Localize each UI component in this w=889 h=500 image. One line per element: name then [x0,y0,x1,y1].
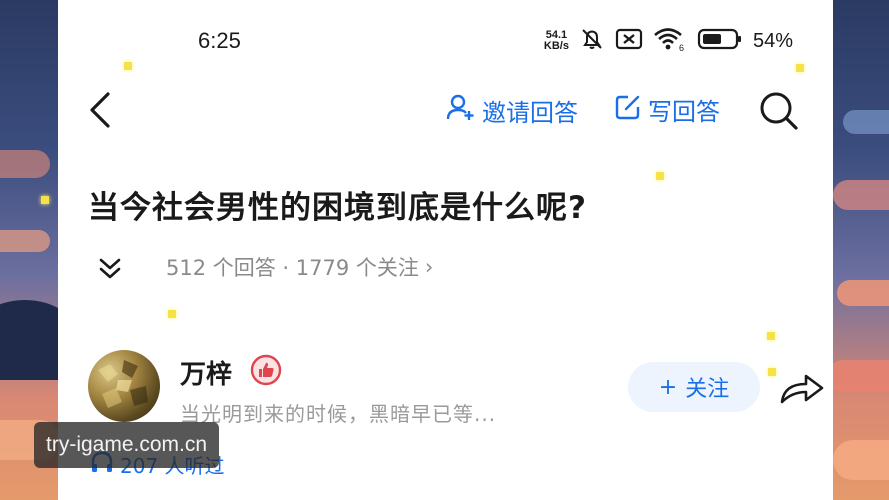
author-name[interactable]: 万梓 [180,354,232,391]
bell-muted-icon [579,26,605,56]
invite-answer-button[interactable]: 邀请回答 [446,92,578,128]
wifi-icon: 6 [653,26,687,56]
sparkle-particle [796,64,804,72]
expand-button[interactable] [92,252,128,288]
share-button[interactable] [778,368,826,408]
sparkle-particle [124,62,132,70]
edit-icon [614,93,642,127]
invite-answer-label: 邀请回答 [482,98,578,127]
question-stats-link[interactable]: 512 个回答 · 1779 个关注 › [166,252,433,282]
sparkle-particle [767,332,775,340]
chevron-left-icon [90,92,110,128]
network-speed-unit: KB/s [543,40,569,52]
avatar[interactable] [88,350,160,422]
search-button[interactable] [756,88,800,132]
sparkle-particle [41,196,49,204]
battery-icon [697,27,743,55]
author-bio: 当光明到来的时候，黑暗早已等... [180,402,497,426]
svg-text:6: 6 [679,43,684,52]
status-bar: 6:25 54.1 KB/s 6 54% [58,0,833,70]
share-arrow-icon [780,374,824,404]
invite-user-icon [446,92,476,128]
double-chevron-down-icon [99,258,121,279]
status-time: 6:25 [198,28,241,53]
chevron-right-icon: › [424,255,434,279]
search-icon [760,92,798,130]
follow-label: 关注 [685,377,730,402]
watermark-label: try-igame.com.cn [34,422,220,468]
write-answer-button[interactable]: 写回答 [614,92,720,127]
top-nav: 邀请回答 写回答 [58,80,833,138]
status-icons: 54.1 KB/s 6 54% [544,26,793,56]
sparkle-particle [168,310,176,318]
sim-blocked-icon [615,27,643,55]
background-scenery-right [833,0,889,500]
video-frame: 6:25 54.1 KB/s 6 54% 邀请回答 写回答 当今社会男性的困境到… [0,0,889,500]
battery-percent: 54% [752,29,793,52]
question-stats: 512 个回答 · 1779 个关注 [166,256,419,280]
write-answer-label: 写回答 [648,98,720,126]
plus-icon: + [658,374,678,400]
sparkle-particle [656,172,664,180]
back-button[interactable] [82,90,122,130]
answer-author-header: 万梓 当光明到来的时候，黑暗早已等... + 关注 [88,350,824,430]
follow-button[interactable]: + 关注 [628,362,760,412]
question-title: 当今社会男性的困境到底是什么呢? [88,190,587,226]
sparkle-particle [768,368,776,376]
network-speed: 54.1 KB/s [544,30,569,52]
thumbs-up-badge-icon [250,354,282,386]
